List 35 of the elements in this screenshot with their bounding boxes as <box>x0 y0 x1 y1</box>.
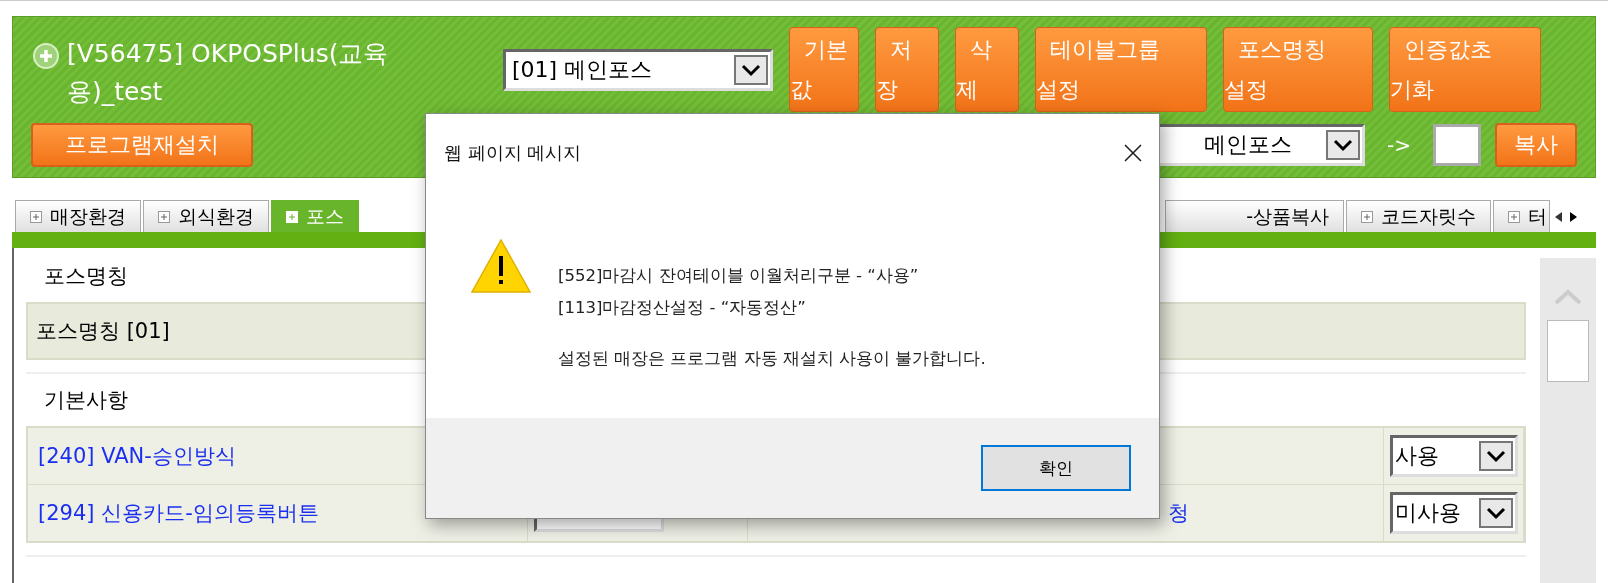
tab[interactable]: 외식환경 <box>143 200 269 232</box>
close-icon[interactable] <box>1123 143 1143 163</box>
section-legend: 기본사항 <box>24 386 148 414</box>
tab[interactable]: 터 <box>1493 200 1550 232</box>
scrollbar[interactable] <box>1540 258 1596 583</box>
warning-icon <box>470 238 532 294</box>
pos-select[interactable]: [01] 메인포스 <box>503 49 773 91</box>
plus-box-icon <box>286 210 298 223</box>
message-line: [552]마감시 잔여테이블 이월처리구분 - “사용” <box>558 265 920 287</box>
dropdown-icon <box>1479 498 1513 528</box>
dropdown-icon <box>1479 441 1513 471</box>
scrollbar-thumb[interactable] <box>1547 320 1589 382</box>
setting-select[interactable]: 미사용 <box>1390 492 1518 534</box>
plus-box-icon <box>30 210 42 223</box>
dropdown-icon <box>734 55 768 85</box>
ok-button[interactable]: 확인 <box>981 445 1131 491</box>
setting-select[interactable]: 사용 <box>1390 435 1518 477</box>
tab[interactable]: -상품복사 <box>1165 200 1344 232</box>
scroll-up-icon[interactable] <box>1553 288 1583 306</box>
dialog-title: 웹 페이지 메시지 <box>444 141 582 165</box>
message-line: [113]마감정산설정 - “자동정산” <box>558 297 807 319</box>
tab[interactable]: 코드자릿수 <box>1346 200 1491 232</box>
message-text: 설정된 매장은 프로그램 자동 재설치 사용이 불가합니다. <box>558 348 986 370</box>
section-legend: 포스명칭 <box>24 262 148 290</box>
plus-circle-icon <box>33 43 59 69</box>
setting-link[interactable]: 청 <box>1168 499 1189 527</box>
store-title: [V56475] OKPOSPlus(교육용)_test <box>67 38 390 108</box>
setting-link[interactable]: [240] VAN-승인방식 <box>38 442 236 470</box>
plus-box-icon <box>158 210 170 223</box>
tab[interactable]: 매장환경 <box>15 200 141 232</box>
target-pos-input[interactable] <box>1433 124 1481 166</box>
arrow-text: -> <box>1387 133 1411 157</box>
pos-name-text: 포스명칭 [01] <box>36 318 170 345</box>
setting-link[interactable]: [294] 신용카드-임의등록버튼 <box>38 499 319 527</box>
dropdown-icon <box>1326 130 1360 160</box>
